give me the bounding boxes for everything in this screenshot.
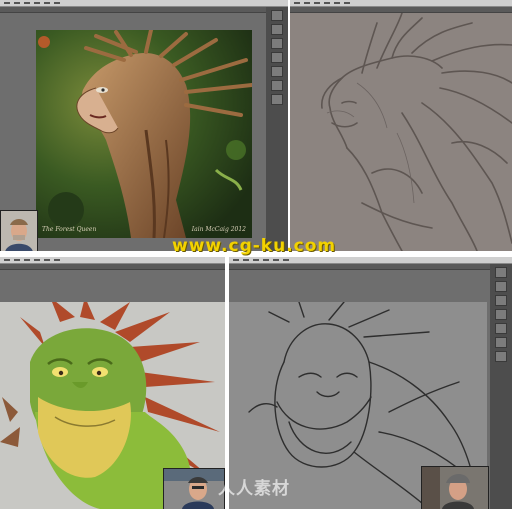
- menu-bar[interactable]: [229, 257, 512, 264]
- options-bar[interactable]: [0, 7, 288, 13]
- layers-icon[interactable]: [271, 10, 283, 21]
- panels-dock[interactable]: [490, 264, 512, 509]
- styles-icon[interactable]: [495, 351, 507, 362]
- artist-face: [422, 467, 488, 509]
- swatches-icon[interactable]: [271, 66, 283, 77]
- adjustments-icon[interactable]: [495, 337, 507, 348]
- sketch-canvas[interactable]: [302, 13, 512, 251]
- color-icon[interactable]: [495, 309, 507, 320]
- artist-face: [164, 469, 224, 509]
- bottom-left-panel: [0, 257, 225, 509]
- swatches-icon[interactable]: [495, 323, 507, 334]
- webcam-overlay: [0, 210, 38, 251]
- artist-signature: Iain McCaig 2012: [191, 226, 246, 233]
- options-bar[interactable]: [229, 264, 512, 270]
- adjustments-icon[interactable]: [271, 80, 283, 91]
- layers-icon[interactable]: [495, 267, 507, 278]
- webcam-overlay: [163, 468, 225, 509]
- color-icon[interactable]: [271, 52, 283, 63]
- painting-canvas[interactable]: The Forest Queen Iain McCaig 2012: [36, 30, 252, 238]
- forest-queen-sketch: [321, 13, 512, 251]
- options-bar[interactable]: [0, 264, 225, 270]
- panels-dock[interactable]: [266, 7, 288, 251]
- painting-title-signature: The Forest Queen: [42, 226, 97, 233]
- webcam-overlay: [421, 466, 489, 509]
- brush-icon[interactable]: [271, 24, 283, 35]
- watermark-cn: 人人素材: [218, 479, 290, 499]
- history-icon[interactable]: [271, 38, 283, 49]
- watermark-url: www.cg-ku.com: [172, 236, 337, 256]
- bottom-right-panel: [229, 257, 512, 509]
- forest-queen-painting: [36, 30, 252, 238]
- menu-bar[interactable]: [0, 0, 288, 7]
- top-right-panel: [290, 0, 512, 251]
- styles-icon[interactable]: [271, 94, 283, 105]
- menu-bar[interactable]: [290, 0, 512, 7]
- brush-icon[interactable]: [495, 281, 507, 292]
- menu-bar[interactable]: [0, 257, 225, 264]
- history-icon[interactable]: [495, 295, 507, 306]
- top-left-panel: The Forest Queen Iain McCaig 2012: [0, 0, 288, 251]
- artist-face: [1, 211, 37, 251]
